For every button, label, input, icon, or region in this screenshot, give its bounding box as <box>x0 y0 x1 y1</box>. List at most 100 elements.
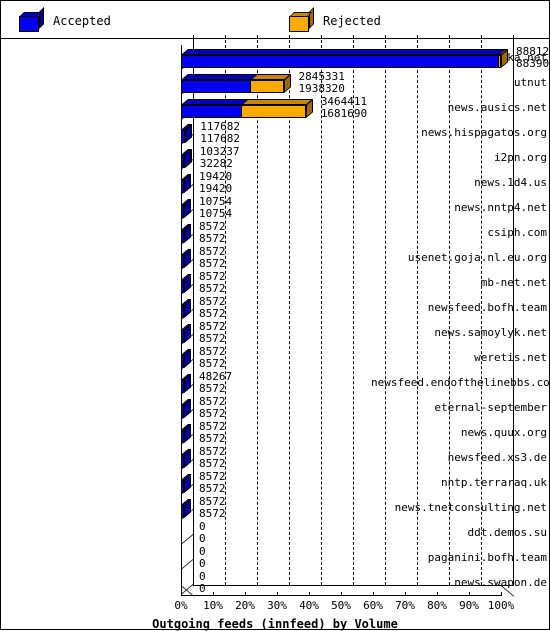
bar-accepted <box>181 449 192 468</box>
bar-accepted <box>181 299 192 318</box>
bar-accepted <box>181 199 192 218</box>
chart-row: news.ausics.net 3464411 1681690 <box>1 95 549 120</box>
category-label: i2pn.org <box>494 151 547 164</box>
bars-container: news.chmurka.net88812048839040utnut28453… <box>1 35 550 629</box>
value-accepted: 10754 <box>199 207 233 220</box>
chart-row: csiph.com 8572 8572 <box>1 220 549 245</box>
value-accepted: 8572 <box>199 457 226 470</box>
x-axis-tick <box>181 592 182 596</box>
value-accepted: 8572 <box>199 232 226 245</box>
category-label: news.quux.org <box>460 426 547 439</box>
legend-label: Accepted <box>53 14 111 28</box>
legend-label: Rejected <box>323 14 381 28</box>
chart-row: ddt.demos.su 0 0 <box>1 520 549 545</box>
category-label: news.tnetconsulting.net <box>394 501 547 514</box>
category-label: utnut <box>513 76 547 89</box>
chart-row: news.samoylyk.net 8572 8572 <box>1 320 549 345</box>
category-label: newsfeed.bofh.team <box>427 301 547 314</box>
category-label: news.hispagatos.org <box>421 126 547 139</box>
value-accepted: 8572 <box>199 432 226 445</box>
value-accepted: 8572 <box>199 507 226 520</box>
axis-row-separator <box>181 533 194 545</box>
chart-window: Accepted Rejected news.chmurka.net8881204… <box>0 0 550 631</box>
x-axis-tick-labels: 0% 10% 20% 30% 40% 50% 60% 70% 80% 90% 100% <box>1 599 549 615</box>
chart-row: weretis.net 8572 8572 <box>1 345 549 370</box>
bar-accepted <box>181 324 192 343</box>
category-label: csiph.com <box>487 226 547 239</box>
x-axis-tick <box>405 592 406 596</box>
category-label: mb-net.net <box>480 276 547 289</box>
category-label: news.swapon.de <box>454 576 547 589</box>
x-axis-tick <box>245 592 246 596</box>
bar-accepted <box>181 374 192 393</box>
chart-row: news.nntp4.net 10754 10754 <box>1 195 549 220</box>
bar-accepted <box>181 124 193 143</box>
chart-row: news.hispagatos.org 117682 117682 <box>1 120 549 145</box>
chart-row: eternal-september 8572 8572 <box>1 395 549 420</box>
category-label: eternal-september <box>434 401 547 414</box>
value-accepted: 8572 <box>199 407 226 420</box>
chart-row: news.1d4.us 19420 19420 <box>1 170 549 195</box>
value-accepted: 117682 <box>200 132 240 145</box>
chart-row: newsfeed.xs3.de 8572 8572 <box>1 445 549 470</box>
x-axis-tick-back <box>321 582 322 586</box>
legend-cube-icon <box>289 7 314 32</box>
value-accepted: 8839040 <box>516 57 550 70</box>
category-label: news.nntp4.net <box>454 201 547 214</box>
legend-cube-icon <box>19 7 44 32</box>
x-axis-tick-back <box>481 582 482 586</box>
bar-accepted <box>181 424 192 443</box>
x-axis-tick-back <box>225 582 226 586</box>
chart-row: usenet.goja.nl.eu.org 8572 8572 <box>1 245 549 270</box>
bar-accepted <box>181 149 192 168</box>
x-axis-tick <box>277 592 278 596</box>
category-label: newsfeed.endofthelinebbs.com <box>371 376 550 389</box>
category-label: weretis.net <box>474 351 547 364</box>
chart-row: paganini.bofh.team 0 0 <box>1 545 549 570</box>
chart-row: utnut 2845331 1938320 <box>1 70 549 95</box>
value-accepted: 8572 <box>199 282 226 295</box>
x-axis-tick <box>341 592 342 596</box>
x-tick-label: 100% <box>487 599 515 612</box>
chart-row: i2pn.org 103237 32282 <box>1 145 549 170</box>
bar-accepted <box>181 224 192 243</box>
value-accepted: 8572 <box>199 357 226 370</box>
value-accepted: 32282 <box>199 157 233 170</box>
value-accepted: 1938320 <box>298 82 345 95</box>
value-accepted: 8572 <box>199 482 226 495</box>
value-accepted: 0 <box>199 582 206 595</box>
x-axis-tick <box>501 592 502 596</box>
value-accepted: 8572 <box>199 257 226 270</box>
bar-accepted <box>181 99 249 118</box>
bar-accepted <box>181 399 192 418</box>
category-label: newsfeed.xs3.de <box>447 451 547 464</box>
chart-row: news.quux.org 8572 8572 <box>1 420 549 445</box>
category-label: news.samoylyk.net <box>434 326 547 339</box>
category-label: paganini.bofh.team <box>427 551 547 564</box>
x-axis-tick <box>373 592 374 596</box>
x-axis-tick <box>469 592 470 596</box>
bar-accepted <box>181 349 192 368</box>
value-accepted: 8572 <box>199 307 226 320</box>
chart-row: mb-net.net 8572 8572 <box>1 270 549 295</box>
value-accepted: 0 <box>199 557 206 570</box>
bar-accepted <box>181 49 507 68</box>
value-accepted: 1681690 <box>320 107 368 120</box>
category-label: news.ausics.net <box>447 101 547 114</box>
x-axis-tick <box>213 592 214 596</box>
axis-row-separator <box>181 558 194 570</box>
x-axis-tick-back <box>353 582 354 586</box>
value-accepted: 8572 <box>199 332 226 345</box>
chart-row: news.tnetconsulting.net 8572 8572 <box>1 495 549 520</box>
chart-legend: Accepted Rejected <box>1 1 549 39</box>
x-axis-tick <box>437 592 438 596</box>
x-axis-tick-back <box>193 582 194 586</box>
chart-row: newsfeed.bofh.team 8572 8572 <box>1 295 549 320</box>
bar-accepted <box>181 499 192 518</box>
value-accepted: 8572 <box>199 382 226 395</box>
x-axis-tick-back <box>289 582 290 586</box>
chart-row: news.chmurka.net88812048839040 <box>1 45 550 70</box>
chart-plot-area: news.chmurka.net88812048839040utnut28453… <box>1 35 550 629</box>
bar-accepted <box>181 174 192 193</box>
category-label: nntp.terraraq.uk <box>441 476 547 489</box>
